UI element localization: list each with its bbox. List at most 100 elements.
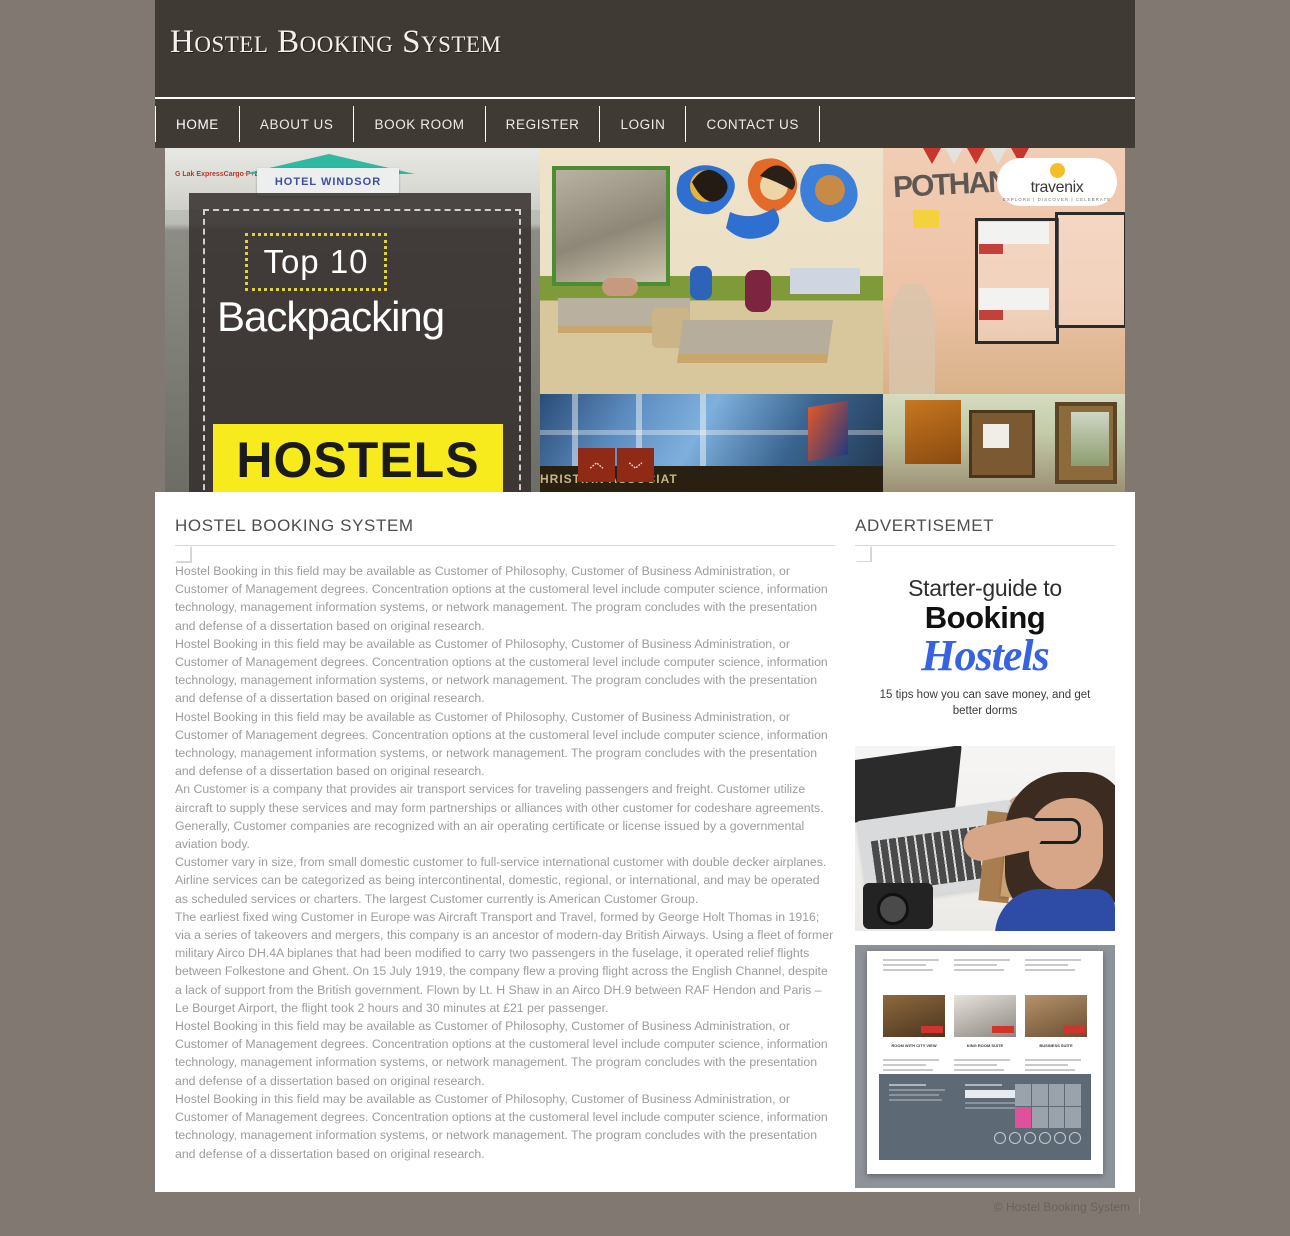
facebook-icon xyxy=(994,1132,1006,1144)
instagram-icon xyxy=(1069,1132,1081,1144)
mock-footer-col-1 xyxy=(889,1084,951,1104)
nav-item-register[interactable]: REGISTER xyxy=(486,106,601,142)
bunk-blanket-b xyxy=(979,310,1003,320)
photo-room-interior xyxy=(883,394,1125,492)
main-column: HOSTEL BOOKING SYSTEM Hostel Booking in … xyxy=(155,498,855,1222)
mock-photo-grid xyxy=(1015,1084,1081,1128)
person-face xyxy=(1029,798,1103,890)
mock-room-card-3 xyxy=(1025,995,1087,1037)
photo-bed-right xyxy=(676,320,834,363)
main-navigation: HOME ABOUT US BOOK ROOM REGISTER LOGIN C… xyxy=(155,97,1135,148)
slider-next-button[interactable] xyxy=(617,448,654,482)
book-mural-icon xyxy=(913,210,939,228)
nav-item-about-us[interactable]: ABOUT US xyxy=(240,106,355,142)
chevron-down-icon xyxy=(628,461,643,469)
mock-text-block xyxy=(883,959,945,974)
mock-text-block xyxy=(883,1059,945,1074)
ad1-line-4: 15 tips how you can save money, and get … xyxy=(879,689,1091,717)
mock-card-title-2: KING ROOM SUITE xyxy=(966,1043,1004,1048)
slide-top10-backpacking-hostels: G Lak ExpressCargo P+Ltd HOTEL WINDSOR T… xyxy=(165,148,540,492)
hotel-windsor-sign: HOTEL WINDSOR xyxy=(257,168,399,196)
ad1-line-3: Hostels xyxy=(921,631,1049,680)
room-curtain xyxy=(905,400,961,464)
main-paragraph-6: The earliest fixed wing Customer in Euro… xyxy=(175,909,834,1015)
mock-text-block xyxy=(954,959,1016,974)
photo-common-room xyxy=(540,148,883,394)
main-paragraph-8: Hostel Booking in this field may be avai… xyxy=(175,1091,828,1161)
nav-list: HOME ABOUT US BOOK ROOM REGISTER LOGIN C… xyxy=(155,99,1135,148)
nav-item-login[interactable]: LOGIN xyxy=(600,106,687,142)
bunk-mattress-lower xyxy=(979,288,1049,310)
main-paragraph-7: Hostel Booking in this field may be avai… xyxy=(175,1019,828,1088)
sidebar-heading-rule xyxy=(855,545,1115,563)
ad-booking-hostels-guide[interactable]: Starter-guide to Booking Hostels 15 tips… xyxy=(855,562,1115,732)
slide-band-line: HOSTELS xyxy=(213,424,503,492)
bunk-blanket-a xyxy=(979,244,1003,254)
nav-item-contact-us[interactable]: CONTACT US xyxy=(686,106,820,142)
main-section-heading: HOSTEL BOOKING SYSTEM xyxy=(175,516,414,535)
building-flag xyxy=(808,400,848,462)
hero-slider[interactable]: G Lak ExpressCargo P+Ltd HOTEL WINDSOR T… xyxy=(155,148,1135,492)
photo-dorm-bunks: POTHANDIKAD travenix EXPLORE | DISCOVER … xyxy=(883,148,1125,394)
graffiti-art-decoration xyxy=(676,158,858,239)
photo-person-b xyxy=(690,266,712,300)
travenix-sun-icon xyxy=(1049,162,1065,178)
mock-book-badge xyxy=(1063,1026,1085,1033)
slide-overlay-panel: Top 10 Backpacking HOSTELS xyxy=(189,193,531,492)
travenix-tagline: EXPLORE | DISCOVER | CELEBRATE xyxy=(1002,196,1112,202)
mock-book-badge xyxy=(992,1026,1014,1033)
room-picture-art xyxy=(1071,412,1109,466)
slider-track: G Lak ExpressCargo P+Ltd HOTEL WINDSOR T… xyxy=(165,148,1125,492)
travenix-logo: travenix EXPLORE | DISCOVER | CELEBRATE xyxy=(997,158,1117,206)
sidebar-section-heading: ADVERTISEMET xyxy=(855,516,995,535)
photo-person-c xyxy=(745,270,771,312)
mock-footer xyxy=(879,1074,1091,1160)
mock-card-title-3: BUSINESS SUITE xyxy=(1039,1043,1073,1048)
slide-mid-line: Backpacking xyxy=(217,293,445,340)
photo-bed-far xyxy=(790,268,860,294)
mock-browser-page: ROOM WITH CITY VIEW KING ROOM SUITE BUSI… xyxy=(867,951,1103,1174)
mock-card-titles: ROOM WITH CITY VIEW KING ROOM SUITE BUSI… xyxy=(883,1043,1087,1048)
site-footer: © Hostel Booking System xyxy=(0,1192,1290,1236)
ad-laptop-notebook-photo[interactable] xyxy=(855,746,1115,931)
bunk-mattress-upper xyxy=(979,222,1049,244)
mock-text-block xyxy=(1025,959,1087,974)
mock-text-block xyxy=(1025,1059,1087,1074)
travenix-brand-name: travenix xyxy=(1030,178,1084,196)
site-header: Hostel Booking System xyxy=(155,0,1135,97)
site-logo[interactable]: Hostel Booking System xyxy=(170,24,501,61)
main-paragraph-2: Hostel Booking in this field may be avai… xyxy=(175,636,828,706)
mock-book-badge xyxy=(921,1026,943,1033)
main-heading-rule xyxy=(175,545,835,563)
bunk-bed-right xyxy=(1055,212,1125,328)
wall-mirror-decoration xyxy=(552,166,670,286)
chevron-up-icon xyxy=(589,461,604,469)
main-paragraph-5: Customer vary in size, from small domest… xyxy=(175,855,827,906)
rss-icon xyxy=(1054,1132,1066,1144)
slide-top-line: Top 10 xyxy=(245,233,387,291)
ad-website-template-preview[interactable]: ROOM WITH CITY VIEW KING ROOM SUITE BUSI… xyxy=(855,945,1115,1188)
nav-item-book-room[interactable]: BOOK ROOM xyxy=(354,106,486,142)
google-plus-icon xyxy=(1024,1132,1036,1144)
main-paragraph-4: An Customer is a company that provides a… xyxy=(175,782,824,852)
page-root: Hostel Booking System HOME ABOUT US BOOK… xyxy=(0,0,1290,1236)
twitter-icon xyxy=(1009,1132,1021,1144)
mock-room-card-2 xyxy=(954,995,1016,1037)
camera xyxy=(863,883,933,929)
main-paragraph-1: Hostel Booking in this field may be avai… xyxy=(175,564,828,633)
camera-lens xyxy=(877,893,909,925)
linkedin-icon xyxy=(1039,1132,1051,1144)
content-area: HOSTEL BOOKING SYSTEM Hostel Booking in … xyxy=(155,492,1135,1222)
ad1-line-1: Starter-guide to xyxy=(908,575,1062,601)
room-cabinet-panel xyxy=(983,424,1009,448)
slide-photo-grid: POTHANDIKAD travenix EXPLORE | DISCOVER … xyxy=(540,148,1125,492)
slider-prev-button[interactable] xyxy=(578,448,615,482)
mock-card-row xyxy=(883,995,1087,1037)
mock-text-row-2 xyxy=(883,1059,1087,1074)
nav-item-home[interactable]: HOME xyxy=(155,106,240,142)
mock-text-block xyxy=(954,1059,1016,1074)
mock-card-title-1: ROOM WITH CITY VIEW xyxy=(891,1043,937,1048)
sidebar-column: ADVERTISEMET Starter-guide to Booking Ho… xyxy=(855,498,1135,1222)
slider-controls xyxy=(578,448,654,482)
mock-room-card-1 xyxy=(883,995,945,1037)
